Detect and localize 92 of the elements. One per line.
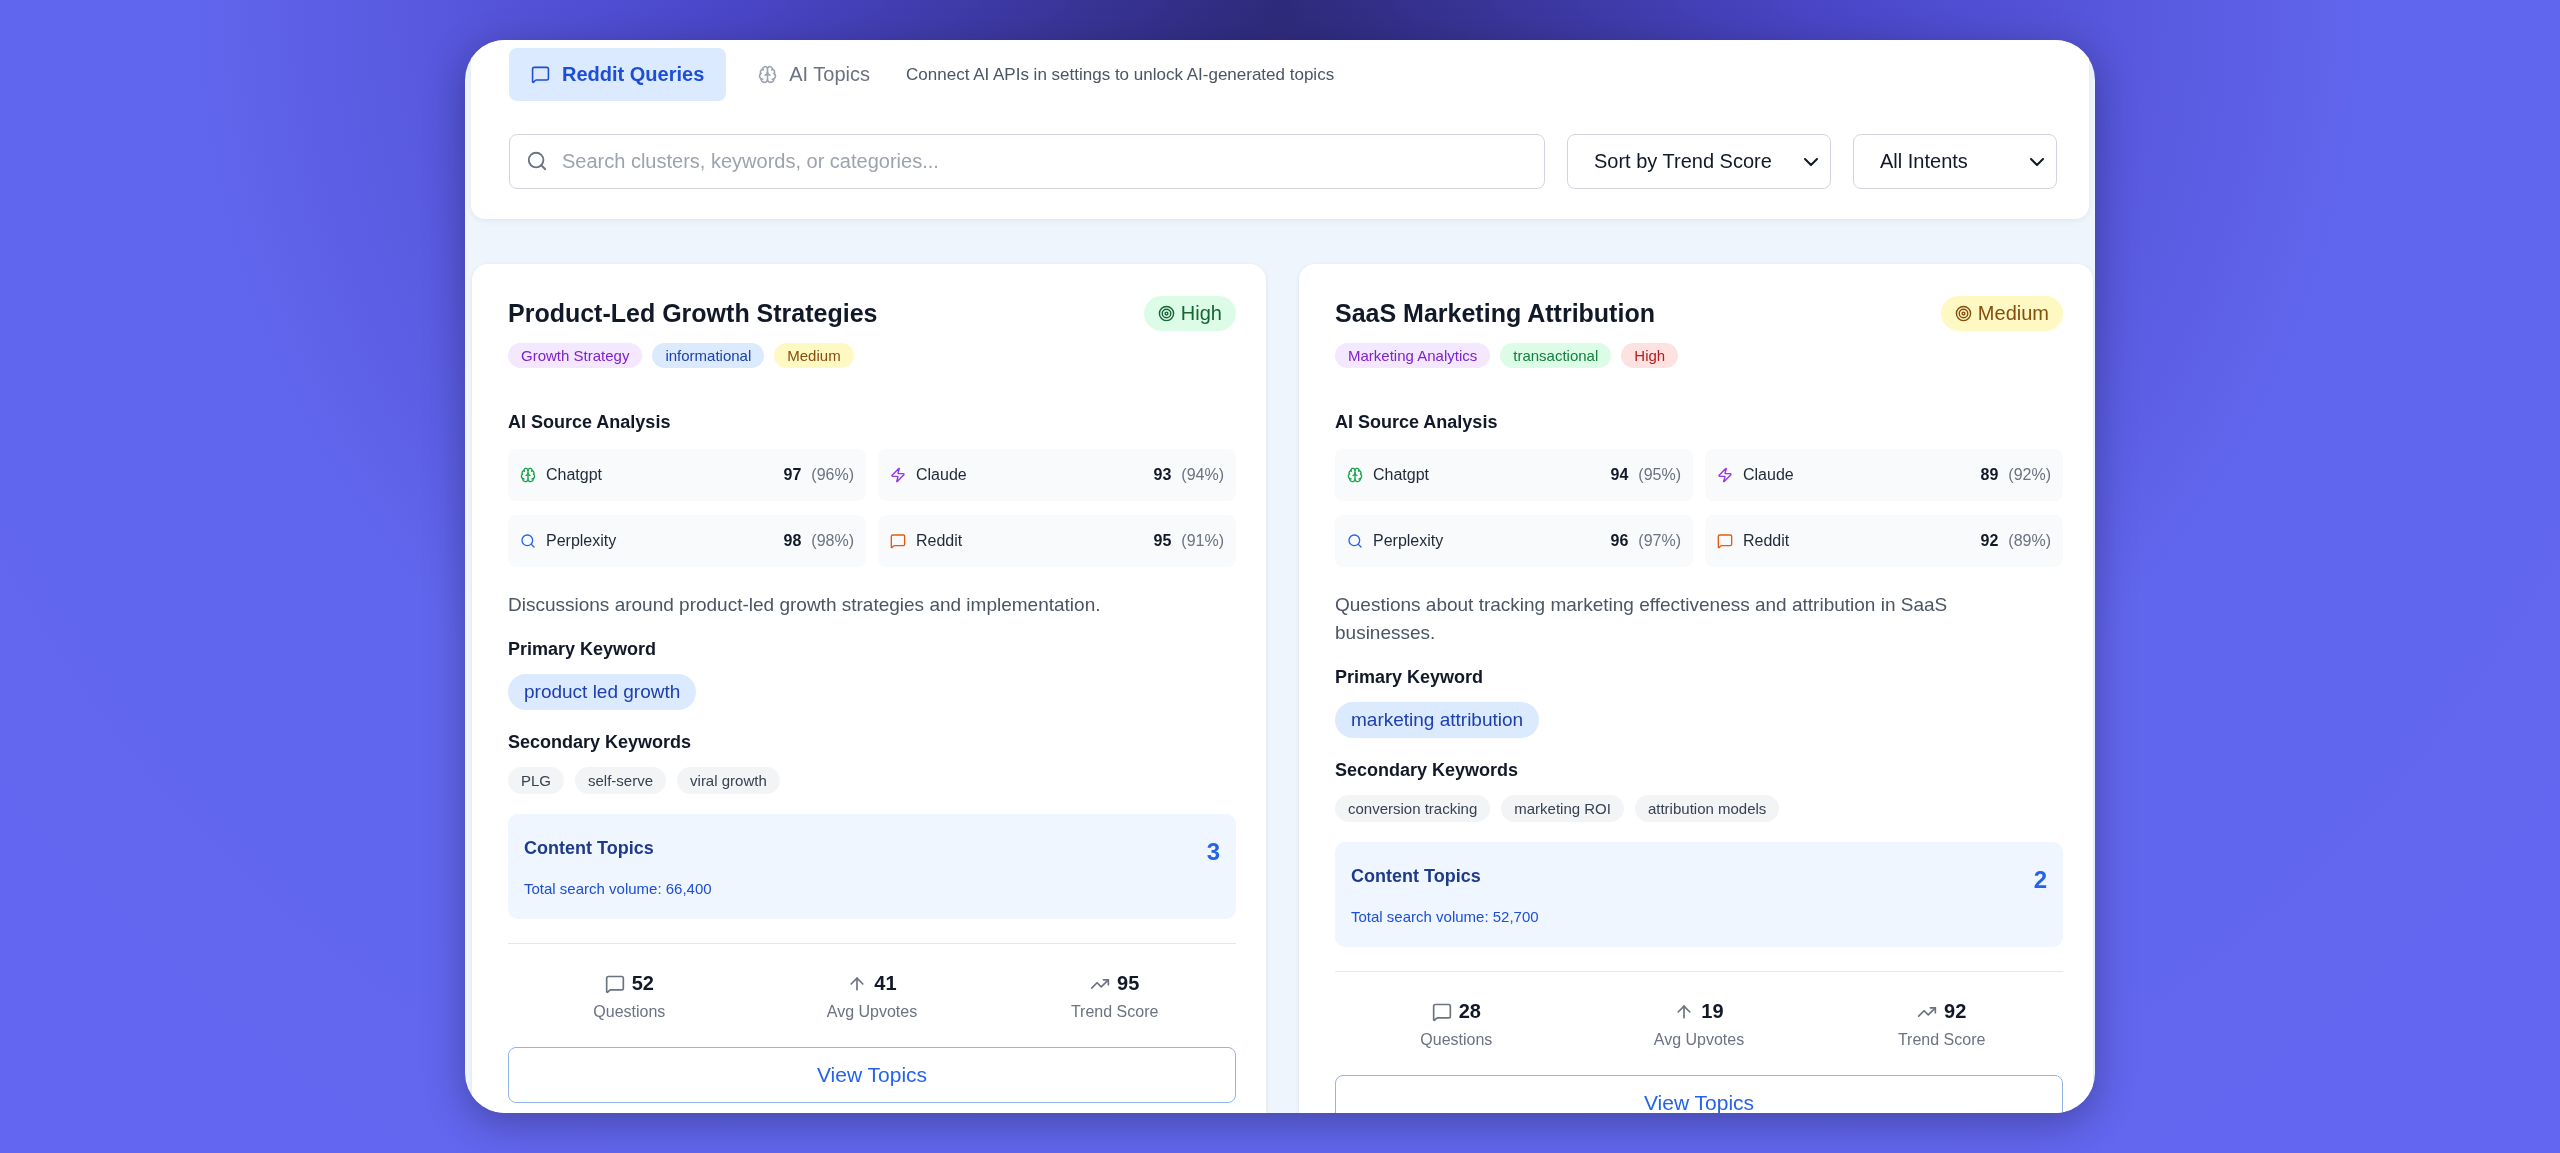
source-score: 94 <box>1610 466 1629 484</box>
topics-count: 2 <box>2033 866 2047 894</box>
tag: Growth Strategy <box>508 343 643 368</box>
source-score: 92 <box>1980 532 1999 550</box>
source-share: (94%) <box>1181 466 1224 484</box>
section-heading: Secondary Keywords <box>508 732 693 753</box>
stat-label: Trend Score <box>1070 1003 1159 1021</box>
brain-icon <box>1347 467 1363 483</box>
source-name: Claude <box>1743 466 1795 484</box>
section-heading: Primary Keyword <box>1335 667 1485 688</box>
stat-value: 92 <box>1944 1000 1967 1023</box>
source-share: (91%) <box>1181 532 1224 550</box>
source-share: (92%) <box>2008 466 2051 484</box>
chevron-down-icon <box>2030 157 2044 166</box>
lightning-icon <box>1717 467 1733 483</box>
source-score: 89 <box>1980 466 1999 484</box>
keyword-pill: self-serve <box>575 767 667 794</box>
tab[interactable]: Reddit Queries <box>509 48 727 101</box>
source-score: 95 <box>1153 532 1172 550</box>
source-score: 93 <box>1153 466 1172 484</box>
level-badge: High <box>1143 296 1236 331</box>
view-topics-button[interactable]: View Topics <box>508 1047 1236 1103</box>
source-share: (97%) <box>1638 532 1681 550</box>
search-icon <box>1347 533 1363 549</box>
section-heading: AI Source Analysis <box>1335 412 1499 433</box>
keyword-pill: attribution models <box>1634 795 1780 822</box>
source-share: (98%) <box>811 532 854 550</box>
search-icon <box>526 150 548 172</box>
source-name: Reddit <box>916 532 964 550</box>
source-share: (89%) <box>2008 532 2051 550</box>
card-title: Product-Led Growth Strategies <box>508 299 878 328</box>
chat-icon <box>1717 533 1733 549</box>
search-icon <box>520 533 536 549</box>
chat-icon <box>1431 1001 1452 1022</box>
keyword-pill: conversion tracking <box>1335 795 1491 822</box>
source-name: Reddit <box>1743 532 1791 550</box>
source-name: Chatgpt <box>1373 466 1431 484</box>
source-name: Perplexity <box>1373 532 1445 550</box>
topics-count: 3 <box>1206 838 1220 866</box>
dropdown[interactable]: All Intents <box>1853 134 2057 189</box>
source-name: Perplexity <box>546 532 618 550</box>
stat-value: 28 <box>1458 1000 1481 1023</box>
stat-label: Avg Upvotes <box>1653 1031 1745 1049</box>
stat-label: Questions <box>1420 1031 1493 1049</box>
stat-label: Questions <box>593 1003 666 1021</box>
tag: High <box>1621 343 1679 368</box>
dropdown[interactable]: Sort by Trend Score <box>1567 134 1831 189</box>
card-title: SaaS Marketing Attribution <box>1335 299 1655 328</box>
tag: informational <box>652 343 765 368</box>
stat-label: Avg Upvotes <box>826 1003 918 1021</box>
section-heading: AI Source Analysis <box>508 412 672 433</box>
lightning-icon <box>890 467 906 483</box>
source-share: (95%) <box>1638 466 1681 484</box>
section-heading: Secondary Keywords <box>1335 760 1520 781</box>
tag: transactional <box>1500 343 1612 368</box>
keyword-pill: product led growth <box>508 674 697 710</box>
target-icon <box>1157 305 1175 322</box>
chevron-down-icon <box>1804 157 1818 166</box>
stat-value: 19 <box>1701 1000 1724 1023</box>
target-icon <box>1954 305 1972 322</box>
tag: Marketing Analytics <box>1335 343 1491 368</box>
section-heading: Primary Keyword <box>508 639 658 660</box>
chat-icon <box>604 973 625 994</box>
source-score: 97 <box>783 466 802 484</box>
brain-icon <box>758 65 778 84</box>
keyword-pill: marketing ROI <box>1501 795 1624 822</box>
keyword-pill: marketing attribution <box>1335 702 1540 738</box>
tab[interactable]: AI Topics <box>736 48 893 101</box>
source-name: Chatgpt <box>546 466 604 484</box>
chat-icon <box>531 65 550 84</box>
stat-value: 52 <box>631 972 654 995</box>
source-share: (96%) <box>811 466 854 484</box>
keyword-pill: viral growth <box>677 767 780 794</box>
search-volume: Total search volume: 52,700 <box>1351 908 1540 925</box>
topics-title: Content Topics <box>524 838 655 860</box>
stat-value: 41 <box>874 972 897 995</box>
level-badge: Medium <box>1940 296 2063 331</box>
source-score: 96 <box>1610 532 1629 550</box>
description: Questions about tracking marketing effectiveness and attribution in SaaS businesses. <box>1335 593 1949 645</box>
topics-title: Content Topics <box>1351 866 1482 888</box>
stat-label: Trend Score <box>1897 1031 1986 1049</box>
search-volume: Total search volume: 66,400 <box>524 880 713 897</box>
brain-icon <box>520 467 536 483</box>
hint-text: Connect AI APIs in settings to unlock AI-generated topics <box>906 64 1335 85</box>
stat-value: 95 <box>1117 972 1140 995</box>
search-field[interactable]: Search clusters, keywords, or categories... <box>509 134 1545 189</box>
tag: Medium <box>774 343 854 368</box>
source-score: 98 <box>783 532 802 550</box>
description: Discussions around product-led growth strategies and implementation. <box>508 593 1102 617</box>
source-name: Claude <box>916 466 968 484</box>
chat-icon <box>890 533 906 549</box>
keyword-pill: PLG <box>508 767 564 794</box>
